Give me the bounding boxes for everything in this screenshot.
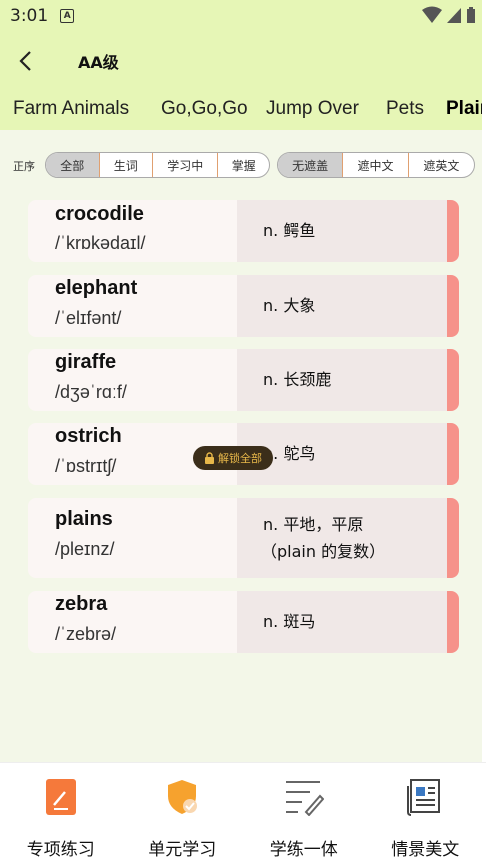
word-meaning: n. 平地，平原	[263, 515, 364, 534]
nav-scenario-reading[interactable]: 情景美文	[365, 763, 486, 864]
tab-jump-over[interactable]: Jump Over	[266, 98, 359, 120]
card-stripe	[447, 591, 459, 653]
right-edge	[482, 0, 486, 864]
filter-mastered[interactable]: 掌握	[218, 153, 269, 177]
back-button[interactable]	[0, 32, 50, 90]
signal-icon	[447, 8, 461, 23]
lock-icon	[205, 452, 214, 464]
nav-learn-practice[interactable]: 学练一体	[243, 763, 365, 864]
word-phonetic: /ˈzebrə/	[55, 624, 117, 644]
word-card[interactable]: elephant /ˈelɪfənt/ n. 大象	[28, 275, 459, 337]
shield-check-icon	[162, 777, 202, 817]
word-meaning: n. 斑马	[263, 612, 316, 631]
unlock-all-label: 解锁全部	[218, 452, 262, 465]
status-bar: 3:01 A	[0, 0, 486, 32]
word-phonetic: /ˈɒstrɪtʃ/	[55, 456, 117, 476]
word-text: ostrich	[55, 425, 122, 447]
mask-chinese[interactable]: 遮中文	[343, 153, 409, 177]
filter-learning[interactable]: 学习中	[153, 153, 219, 177]
word-meaning: n. 大象	[263, 296, 316, 315]
header: AA级	[0, 32, 486, 90]
word-phonetic: /ˈelɪfənt/	[55, 308, 122, 328]
practice-icon	[41, 777, 81, 817]
tab-plains[interactable]: Plains	[446, 98, 486, 120]
nav-label: 学练一体	[269, 840, 338, 860]
word-card[interactable]: zebra /ˈzebrə/ n. 斑马	[28, 591, 459, 653]
chevron-left-icon	[19, 51, 31, 71]
battery-icon	[467, 7, 475, 23]
word-meaning: n. 长颈鹿	[263, 370, 332, 389]
word-card[interactable]: crocodile /ˈkrɒkədaɪl/ n. 鳄鱼	[28, 200, 459, 262]
card-stripe	[447, 349, 459, 411]
word-phonetic: /dʒəˈrɑːf/	[55, 382, 127, 402]
nav-label: 专项练习	[26, 840, 95, 860]
card-stripe	[447, 200, 459, 262]
filter-new[interactable]: 生词	[100, 153, 154, 177]
wifi-icon	[422, 6, 442, 23]
word-phonetic: /ˈkrɒkədaɪl/	[55, 233, 146, 253]
status-time: 3:01	[10, 6, 49, 26]
unit-tabs: Farm Animals Go,Go,Go Jump Over Pets Pla…	[0, 90, 486, 130]
newspaper-icon	[405, 777, 445, 817]
page-title: AA级	[78, 53, 119, 72]
nav-unit-study[interactable]: 单元学习	[122, 763, 244, 864]
word-text: giraffe	[55, 351, 117, 373]
mask-filter: 无遮盖 遮中文 遮英文	[277, 152, 475, 178]
mask-english[interactable]: 遮英文	[409, 153, 474, 177]
edit-list-icon	[284, 777, 324, 817]
word-card[interactable]: giraffe /dʒəˈrɑːf/ n. 长颈鹿	[28, 349, 459, 411]
word-meaning-note: （plain 的复数）	[261, 542, 386, 561]
filter-row: 正序 全部 生词 学习中 掌握 无遮盖 遮中文 遮英文	[0, 150, 486, 182]
order-toggle[interactable]: 正序	[13, 158, 35, 174]
word-card[interactable]: plains /pleɪnz/ n. 平地，平原 （plain 的复数）	[28, 498, 459, 578]
bottom-nav: 专项练习 单元学习 学练一体 情景美文	[0, 762, 486, 864]
nav-label: 情景美文	[391, 840, 460, 860]
tab-go-go-go[interactable]: Go,Go,Go	[161, 98, 248, 120]
mask-none[interactable]: 无遮盖	[278, 153, 344, 177]
tab-farm-animals[interactable]: Farm Animals	[13, 98, 129, 120]
word-meaning: n. 鳄鱼	[263, 221, 316, 240]
word-phonetic: /pleɪnz/	[55, 539, 115, 559]
nav-special-practice[interactable]: 专项练习	[0, 763, 122, 864]
status-filter: 全部 生词 学习中 掌握	[45, 152, 270, 178]
card-stripe	[447, 423, 459, 485]
filter-all[interactable]: 全部	[46, 153, 100, 177]
status-indicators	[422, 6, 476, 24]
word-text: elephant	[55, 277, 138, 299]
nav-label: 单元学习	[148, 840, 217, 860]
unlock-all-button[interactable]: 解锁全部	[193, 446, 273, 470]
word-text: zebra	[55, 593, 108, 615]
card-stripe	[447, 275, 459, 337]
app-notification-icon: A	[60, 9, 75, 23]
card-stripe	[447, 498, 459, 578]
word-text: crocodile	[55, 203, 144, 225]
word-text: plains	[55, 508, 113, 530]
tab-pets[interactable]: Pets	[386, 98, 424, 120]
